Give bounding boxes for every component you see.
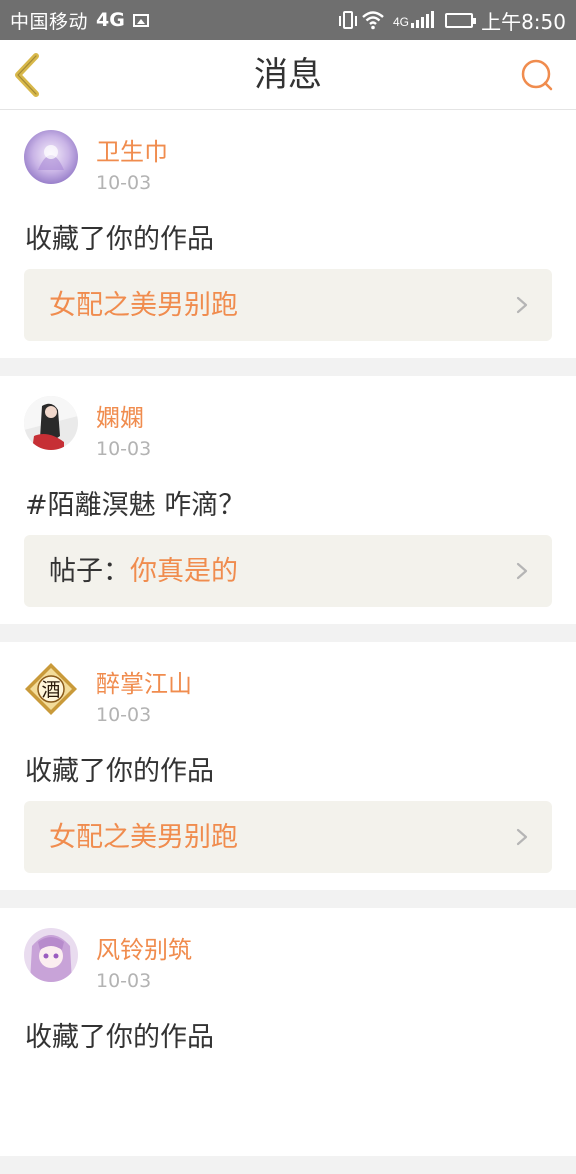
search-button[interactable] <box>518 56 556 94</box>
avatar[interactable] <box>24 396 78 450</box>
wifi-icon <box>361 10 385 30</box>
message-date: 10-03 <box>96 704 152 726</box>
work-reference-link[interactable]: 女配之美男别跑 <box>24 801 552 873</box>
reference-prefix: 帖子： <box>49 556 130 587</box>
avatar[interactable]: 酒 <box>24 662 78 716</box>
status-left: 中国移动 4G <box>10 7 149 34</box>
clock: 上午8:50 <box>481 9 566 34</box>
post-reference-link[interactable]: 帖子：你真是的 <box>24 535 552 607</box>
network-small-label: 4G <box>393 15 409 29</box>
network-type: 4G <box>96 9 125 31</box>
message-date: 10-03 <box>96 970 152 992</box>
search-icon <box>521 59 553 91</box>
reference-text: 女配之美男别跑 <box>49 801 238 875</box>
work-reference-link[interactable]: 女配之美男别跑 <box>24 269 552 341</box>
carrier-name: 中国移动 <box>10 10 89 33</box>
signal-icon: 4G <box>393 11 437 29</box>
message-date: 10-03 <box>96 438 152 460</box>
chevron-right-icon <box>516 828 528 846</box>
status-right: 4G 上午8:50 <box>339 6 566 35</box>
vibrate-icon <box>339 11 358 29</box>
message-action: 收藏了你的作品 <box>25 1022 214 1053</box>
app-header: 消息 <box>0 40 576 110</box>
message-feed: 卫生巾 10-03 收藏了你的作品 女配之美男别跑 嫻嫻 10-03 #陌離溟魅… <box>0 110 576 1174</box>
username[interactable]: 卫生巾 <box>96 132 168 167</box>
status-bar: 中国移动 4G 4G 上午8:50 <box>0 0 576 40</box>
message-card: 酒 醉掌江山 10-03 收藏了你的作品 女配之美男别跑 <box>0 642 576 890</box>
chevron-right-icon <box>516 562 528 580</box>
page-title: 消息 <box>254 55 322 95</box>
username[interactable]: 醉掌江山 <box>96 664 192 699</box>
chevron-right-icon <box>516 296 528 314</box>
message-date: 10-03 <box>96 172 152 194</box>
reference-title: 你真是的 <box>130 556 238 587</box>
username[interactable]: 嫻嫻 <box>96 398 144 433</box>
avatar[interactable] <box>24 130 78 184</box>
reference-text: 女配之美男别跑 <box>49 269 238 343</box>
battery-icon <box>445 12 477 28</box>
message-action: #陌離溟魅 咋滴？ <box>25 490 246 521</box>
reference-text: 帖子：你真是的 <box>49 535 238 609</box>
username[interactable]: 风铃别筑 <box>96 930 192 965</box>
image-notification-icon <box>132 13 149 27</box>
avatar[interactable] <box>24 928 78 982</box>
reference-title: 女配之美男别跑 <box>49 822 238 853</box>
message-action: 收藏了你的作品 <box>25 224 214 255</box>
message-card: 嫻嫻 10-03 #陌離溟魅 咋滴？ 帖子：你真是的 <box>0 376 576 624</box>
avatar-glyph: 酒 <box>41 679 60 701</box>
message-action: 收藏了你的作品 <box>25 756 214 787</box>
message-card: 卫生巾 10-03 收藏了你的作品 女配之美男别跑 <box>0 110 576 358</box>
reference-title: 女配之美男别跑 <box>49 290 238 321</box>
message-card: 风铃别筑 10-03 收藏了你的作品 <box>0 908 576 1156</box>
